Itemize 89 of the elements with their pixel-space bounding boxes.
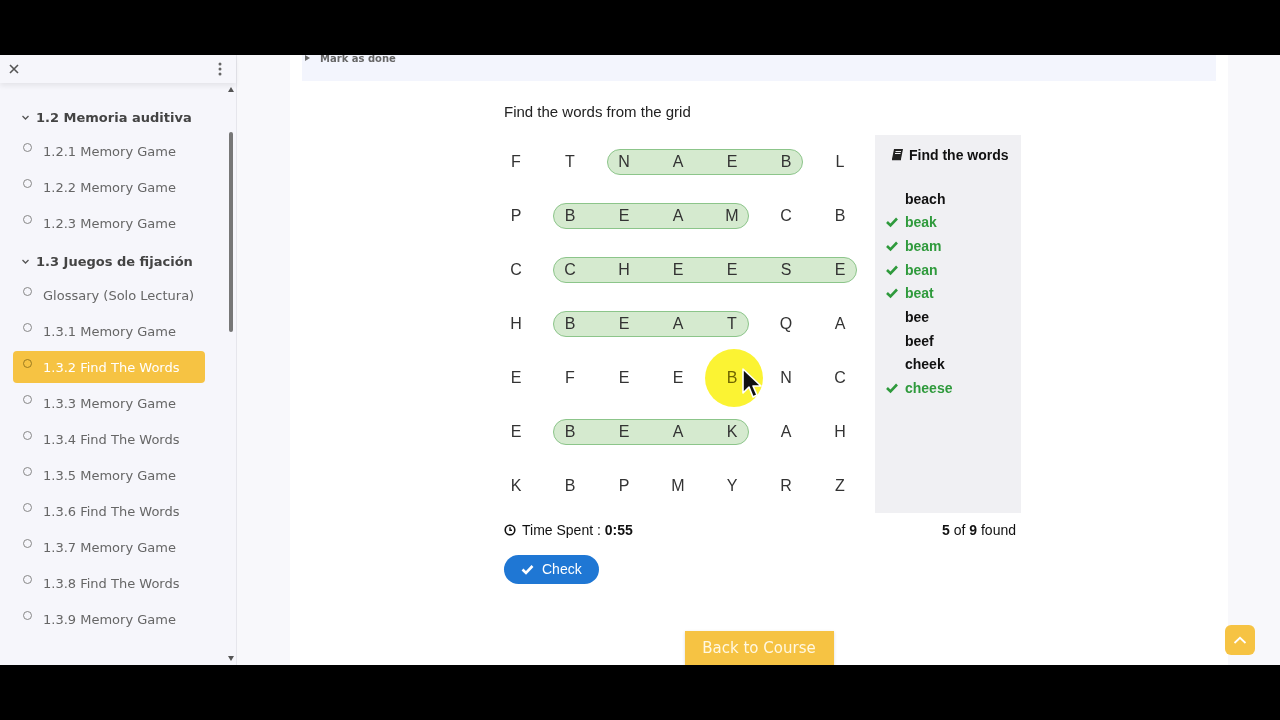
grid-letter[interactable]: E	[618, 368, 630, 387]
lesson-item[interactable]: Glossary (Solo Lectura)	[43, 287, 195, 303]
grid-letter[interactable]: E	[618, 422, 630, 441]
close-icon[interactable]	[8, 63, 20, 75]
word-item: beak	[905, 214, 937, 231]
lesson-item[interactable]: 1.3.7 Memory Game	[43, 539, 176, 555]
check-button[interactable]: Check	[504, 554, 599, 584]
scroll-down-icon[interactable]	[228, 656, 234, 661]
grid-letter[interactable]: B	[834, 206, 846, 225]
caret-icon	[305, 55, 310, 61]
grid-letter[interactable]: M	[671, 476, 685, 495]
grid-letter[interactable]: H	[510, 314, 522, 333]
grid-letter[interactable]: E	[726, 260, 738, 279]
grid-letter[interactable]: Y	[726, 476, 738, 495]
grid-letter[interactable]: S	[780, 260, 792, 279]
clock-icon	[504, 523, 516, 536]
grid-letter[interactable]: T	[565, 152, 575, 171]
grid-letter[interactable]: E	[510, 422, 522, 441]
grid-letter[interactable]: T	[727, 314, 737, 333]
lesson-item[interactable]: 1.2.2 Memory Game	[43, 179, 176, 195]
more-icon[interactable]	[218, 62, 222, 76]
grid-letter[interactable]: A	[672, 422, 684, 441]
check-icon	[521, 563, 534, 575]
grid-letter[interactable]: E	[726, 152, 738, 171]
grid-letter[interactable]: Q	[779, 314, 793, 333]
lesson-item[interactable]: 1.3.1 Memory Game	[43, 323, 176, 339]
word-item: cheese	[905, 380, 953, 396]
grid-letter[interactable]: C	[510, 260, 522, 279]
word-list-title: Find the words	[909, 146, 1009, 163]
lesson-item[interactable]: 1.3.4 Find The Words	[43, 431, 180, 447]
word-item: beat	[905, 285, 934, 302]
section-title[interactable]: 1.3 Juegos de fijación	[36, 253, 193, 269]
grid-letter[interactable]: A	[672, 206, 684, 225]
grid-letter[interactable]: A	[672, 314, 684, 333]
grid-letter[interactable]: N	[618, 152, 630, 171]
grid-letter[interactable]: C	[834, 368, 846, 387]
grid-letter[interactable]: E	[618, 206, 630, 225]
grid-letter[interactable]: P	[618, 476, 630, 495]
lesson-item[interactable]: 1.3.3 Memory Game	[43, 395, 176, 411]
time-spent-text: Time Spent : 0:55	[522, 521, 633, 538]
chevron-up-icon	[1233, 636, 1247, 644]
mark-done-link[interactable]: Mark as done	[320, 55, 396, 64]
grid-letter[interactable]: H	[618, 260, 630, 279]
grid-letter[interactable]: F	[565, 368, 575, 387]
grid-letter[interactable]: E	[510, 368, 522, 387]
grid-letter[interactable]: A	[672, 152, 684, 171]
pointer-icon	[741, 366, 763, 399]
grid-letter[interactable]: E	[618, 314, 630, 333]
word-item: bee	[905, 308, 930, 325]
lesson-item[interactable]: 1.3.6 Find The Words	[43, 503, 180, 519]
grid-letter[interactable]: E	[834, 260, 846, 279]
grid-letter[interactable]: R	[780, 476, 792, 495]
word-item: beam	[905, 237, 942, 254]
grid-letter[interactable]: C	[564, 260, 576, 279]
book-icon	[891, 148, 904, 162]
grid-letter[interactable]: B	[726, 368, 738, 387]
lesson-item[interactable]: 1.2.1 Memory Game	[43, 143, 176, 159]
word-item: bean	[905, 261, 938, 278]
grid-letter[interactable]: B	[564, 476, 576, 495]
word-item: beef	[905, 332, 934, 349]
grid-letter[interactable]: B	[564, 314, 576, 333]
word-item: cheek	[905, 356, 945, 373]
grid-letter[interactable]: E	[672, 260, 684, 279]
lesson-item[interactable]: 1.2.3 Memory Game	[43, 215, 176, 231]
grid-letter[interactable]: L	[835, 152, 845, 171]
lesson-item[interactable]: 1.3.8 Find The Words	[43, 575, 180, 591]
grid-letter[interactable]: P	[510, 206, 522, 225]
grid-letter[interactable]: B	[564, 422, 576, 441]
grid-letter[interactable]: K	[726, 422, 738, 441]
grid-letter[interactable]: C	[780, 206, 792, 225]
section-title[interactable]: 1.2 Memoria auditiva	[36, 109, 192, 125]
grid-letter[interactable]: B	[780, 152, 792, 171]
grid-letter[interactable]: N	[780, 368, 792, 387]
grid-letter[interactable]: A	[834, 314, 846, 333]
grid-letter[interactable]: E	[672, 368, 684, 387]
instruction-text: Find the words from the grid	[504, 102, 691, 120]
found-count-text: 5 of 9 found	[942, 521, 1016, 538]
grid-letter[interactable]: Z	[835, 476, 845, 495]
grid-letter[interactable]: A	[780, 422, 792, 441]
grid-letter[interactable]: B	[564, 206, 576, 225]
scroll-up-icon[interactable]	[228, 87, 234, 92]
grid-letter[interactable]: K	[510, 476, 522, 495]
grid-letter[interactable]: F	[511, 152, 521, 171]
lesson-item[interactable]: 1.3.9 Memory Game	[43, 611, 176, 627]
grid-letter[interactable]: M	[725, 206, 739, 225]
word-item: beach	[905, 190, 946, 207]
scrollbar-thumb[interactable]	[229, 132, 233, 332]
lesson-item[interactable]: 1.3.5 Memory Game	[43, 467, 176, 483]
grid-letter[interactable]: H	[834, 422, 846, 441]
